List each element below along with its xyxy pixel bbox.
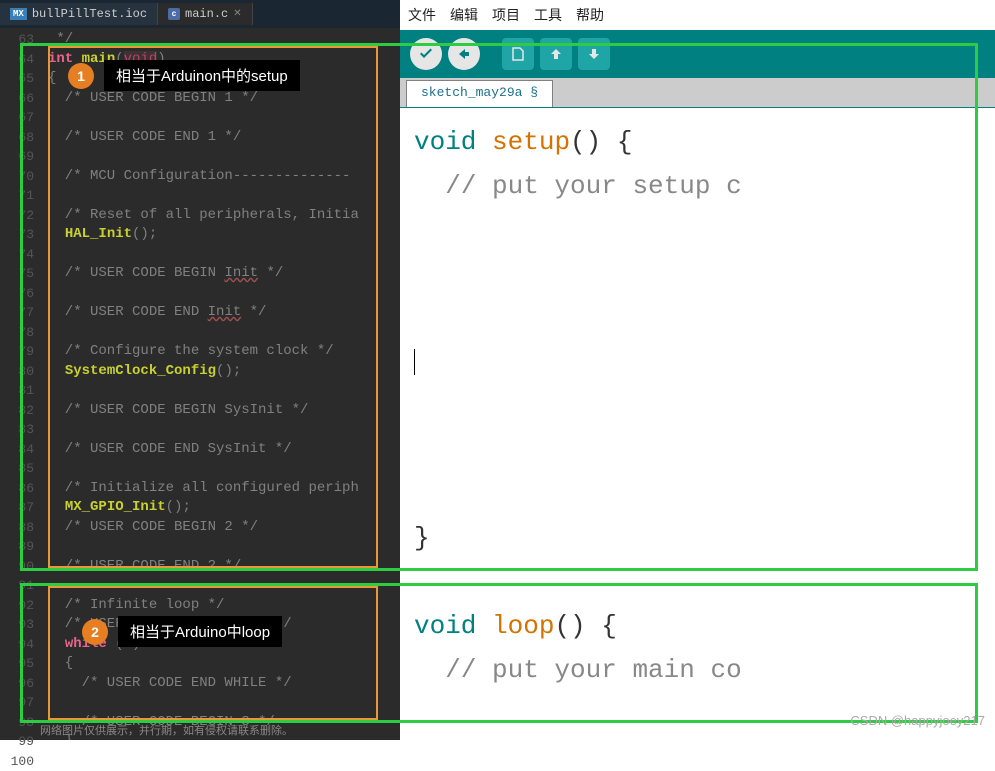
tab-ioc[interactable]: MX bullPillTest.ioc: [0, 3, 158, 25]
annotation-2-number: 2: [82, 619, 108, 645]
menu-item[interactable]: 项目: [492, 5, 520, 25]
annotation-1-label: 相当于Arduinon中的setup: [104, 60, 300, 91]
footer-text: 网络图片仅供展示，并行期，如有侵权请联系删除。: [40, 722, 293, 738]
tab-ioc-label: bullPillTest.ioc: [32, 7, 147, 21]
arduino-pane: 文件编辑项目工具帮助 sketch_may29a § void setup() …: [400, 0, 995, 740]
menu-item[interactable]: 工具: [534, 5, 562, 25]
annotation-2-label: 相当于Arduino中loop: [118, 616, 282, 647]
watermark-text: CSDN @happyjoey217: [850, 713, 985, 728]
annotation-1: 1 相当于Arduinon中的setup: [68, 60, 300, 91]
arduino-tab-bar: sketch_may29a §: [400, 78, 995, 108]
arduino-sketch-tab[interactable]: sketch_may29a §: [406, 80, 553, 107]
menu-item[interactable]: 帮助: [576, 5, 604, 25]
tab-main-c[interactable]: c main.c ✕: [158, 3, 253, 25]
upload-button[interactable]: [448, 38, 480, 70]
arduino-code-editor[interactable]: void setup() { // put your setup c } voi…: [400, 108, 995, 704]
annotation-1-number: 1: [68, 63, 94, 89]
verify-button[interactable]: [410, 38, 442, 70]
tab-c-label: main.c: [185, 7, 228, 21]
line-gutter: 63 64 65 66 67 68 69 70 71 72 73 74 75 7…: [0, 28, 40, 740]
close-icon[interactable]: ✕: [233, 8, 241, 20]
tabs-bar-left: MX bullPillTest.ioc c main.c ✕: [0, 0, 400, 28]
new-button[interactable]: [502, 38, 534, 70]
mx-icon: MX: [10, 8, 27, 20]
annotation-2: 2 相当于Arduino中loop: [82, 616, 282, 647]
menu-item[interactable]: 编辑: [450, 5, 478, 25]
save-button[interactable]: [578, 38, 610, 70]
open-button[interactable]: [540, 38, 572, 70]
arduino-menu-bar: 文件编辑项目工具帮助: [400, 0, 995, 30]
c-file-icon: c: [168, 8, 180, 20]
arduino-toolbar: [400, 30, 995, 78]
menu-item[interactable]: 文件: [408, 5, 436, 25]
